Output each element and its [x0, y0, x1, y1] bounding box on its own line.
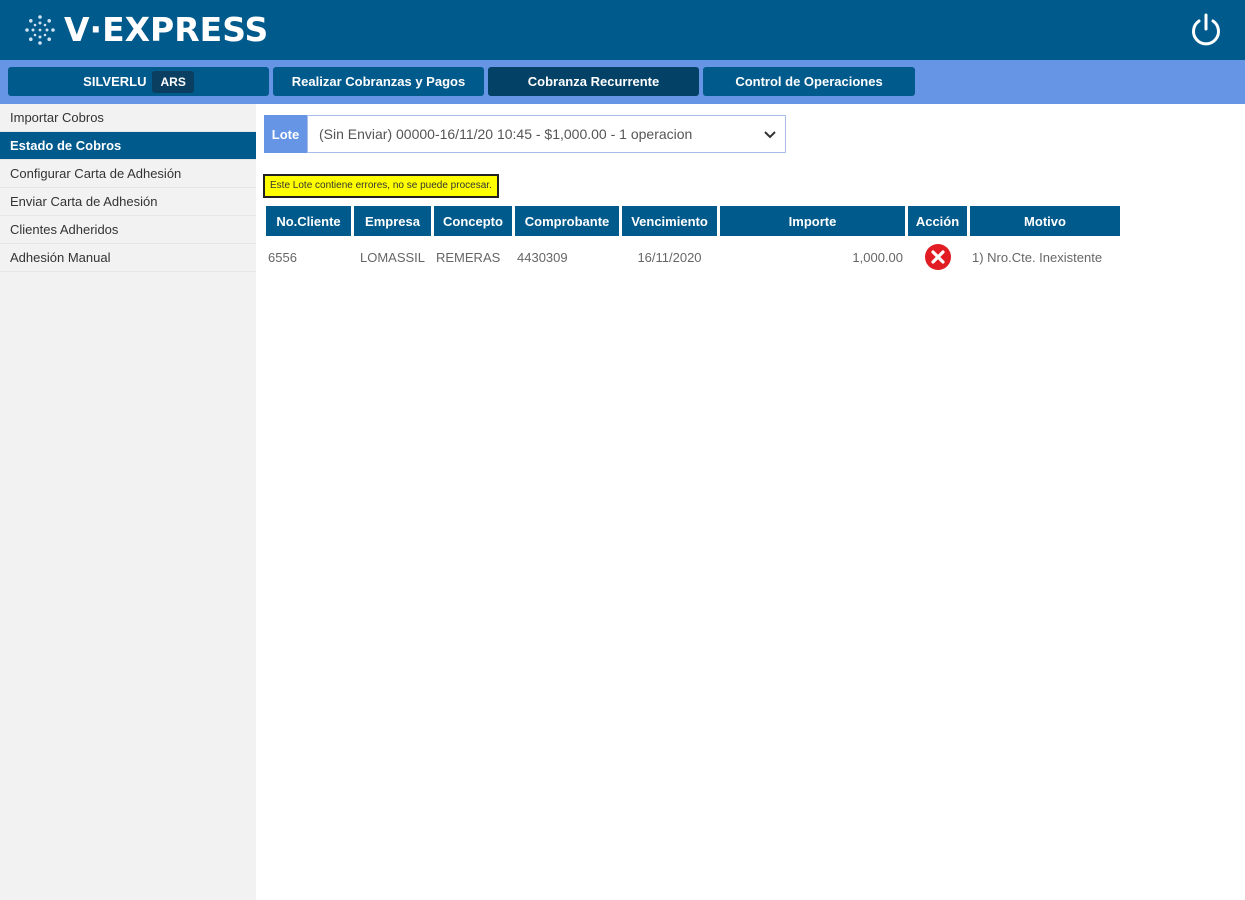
lote-dropdown[interactable]: (Sin Enviar) 00000-16/11/20 10:45 - $1,0…	[307, 115, 786, 153]
nav-bar: SILVERLU ARS Realizar Cobranzas y Pagos …	[0, 60, 1245, 104]
cell-accion	[908, 238, 967, 276]
sidebar-item-estado-cobros[interactable]: Estado de Cobros	[0, 132, 256, 160]
user-account[interactable]: SILVERLU ARS	[8, 67, 269, 96]
cell-empresa: LOMASSIL	[359, 249, 426, 265]
lote-selected-value: (Sin Enviar) 00000-16/11/20 10:45 - $1,0…	[319, 126, 693, 142]
main-content: Lote (Sin Enviar) 00000-16/11/20 10:45 -…	[256, 104, 1245, 900]
cell-vencimiento: 16/11/2020	[637, 249, 702, 265]
brand-logo: V·EXPRESS	[24, 10, 268, 50]
sidebar-item-importar-cobros[interactable]: Importar Cobros	[0, 104, 256, 132]
header-vencimiento: Vencimiento	[622, 206, 717, 238]
globe-dots-icon	[24, 14, 56, 46]
cell-cliente: 6556	[268, 249, 297, 265]
nav-cobranza-recurrente-button[interactable]: Cobranza Recurrente	[488, 67, 699, 96]
header-no-cliente: No.Cliente	[266, 206, 351, 238]
table-row: 6556 LOMASSIL REMERAS 4430309 16/11/2020…	[266, 238, 1120, 276]
lote-label: Lote	[264, 115, 307, 153]
cell-concepto: REMERAS	[436, 249, 501, 265]
chevron-down-icon	[763, 128, 777, 145]
cell-motivo: 1) Nro.Cte. Inexistente	[972, 249, 1103, 265]
brand-name: V·EXPRESS	[64, 10, 269, 49]
sidebar-item-clientes-adheridos[interactable]: Clientes Adheridos	[0, 216, 256, 244]
warning-message: Este Lote contiene errores, no se puede …	[263, 174, 499, 198]
cobros-table: No.Cliente Empresa Concepto Comprobante …	[263, 206, 1123, 276]
sidebar-item-adhesion-manual[interactable]: Adhesión Manual	[0, 244, 256, 272]
nav-control-operaciones-button[interactable]: Control de Operaciones	[703, 67, 915, 96]
top-header: V·EXPRESS	[0, 0, 1245, 60]
header-importe: Importe	[720, 206, 905, 238]
currency-badge: ARS	[152, 70, 194, 93]
header-comprobante: Comprobante	[515, 206, 619, 238]
error-x-icon[interactable]	[924, 243, 952, 271]
header-concepto: Concepto	[434, 206, 512, 238]
table-header-row: No.Cliente Empresa Concepto Comprobante …	[266, 206, 1120, 238]
power-icon[interactable]	[1188, 12, 1224, 48]
cell-importe: 1,000.00	[852, 249, 903, 265]
user-name: SILVERLU	[83, 74, 147, 89]
nav-realizar-cobranzas-button[interactable]: Realizar Cobranzas y Pagos	[273, 67, 484, 96]
sidebar-item-configurar-carta[interactable]: Configurar Carta de Adhesión	[0, 160, 256, 188]
cell-comprobante: 4430309	[517, 249, 568, 265]
header-motivo: Motivo	[970, 206, 1120, 238]
sidebar: Importar Cobros Estado de Cobros Configu…	[0, 104, 256, 900]
sidebar-item-enviar-carta[interactable]: Enviar Carta de Adhesión	[0, 188, 256, 216]
header-accion: Acción	[908, 206, 967, 238]
header-empresa: Empresa	[354, 206, 431, 238]
lote-selector: Lote (Sin Enviar) 00000-16/11/20 10:45 -…	[264, 115, 786, 153]
